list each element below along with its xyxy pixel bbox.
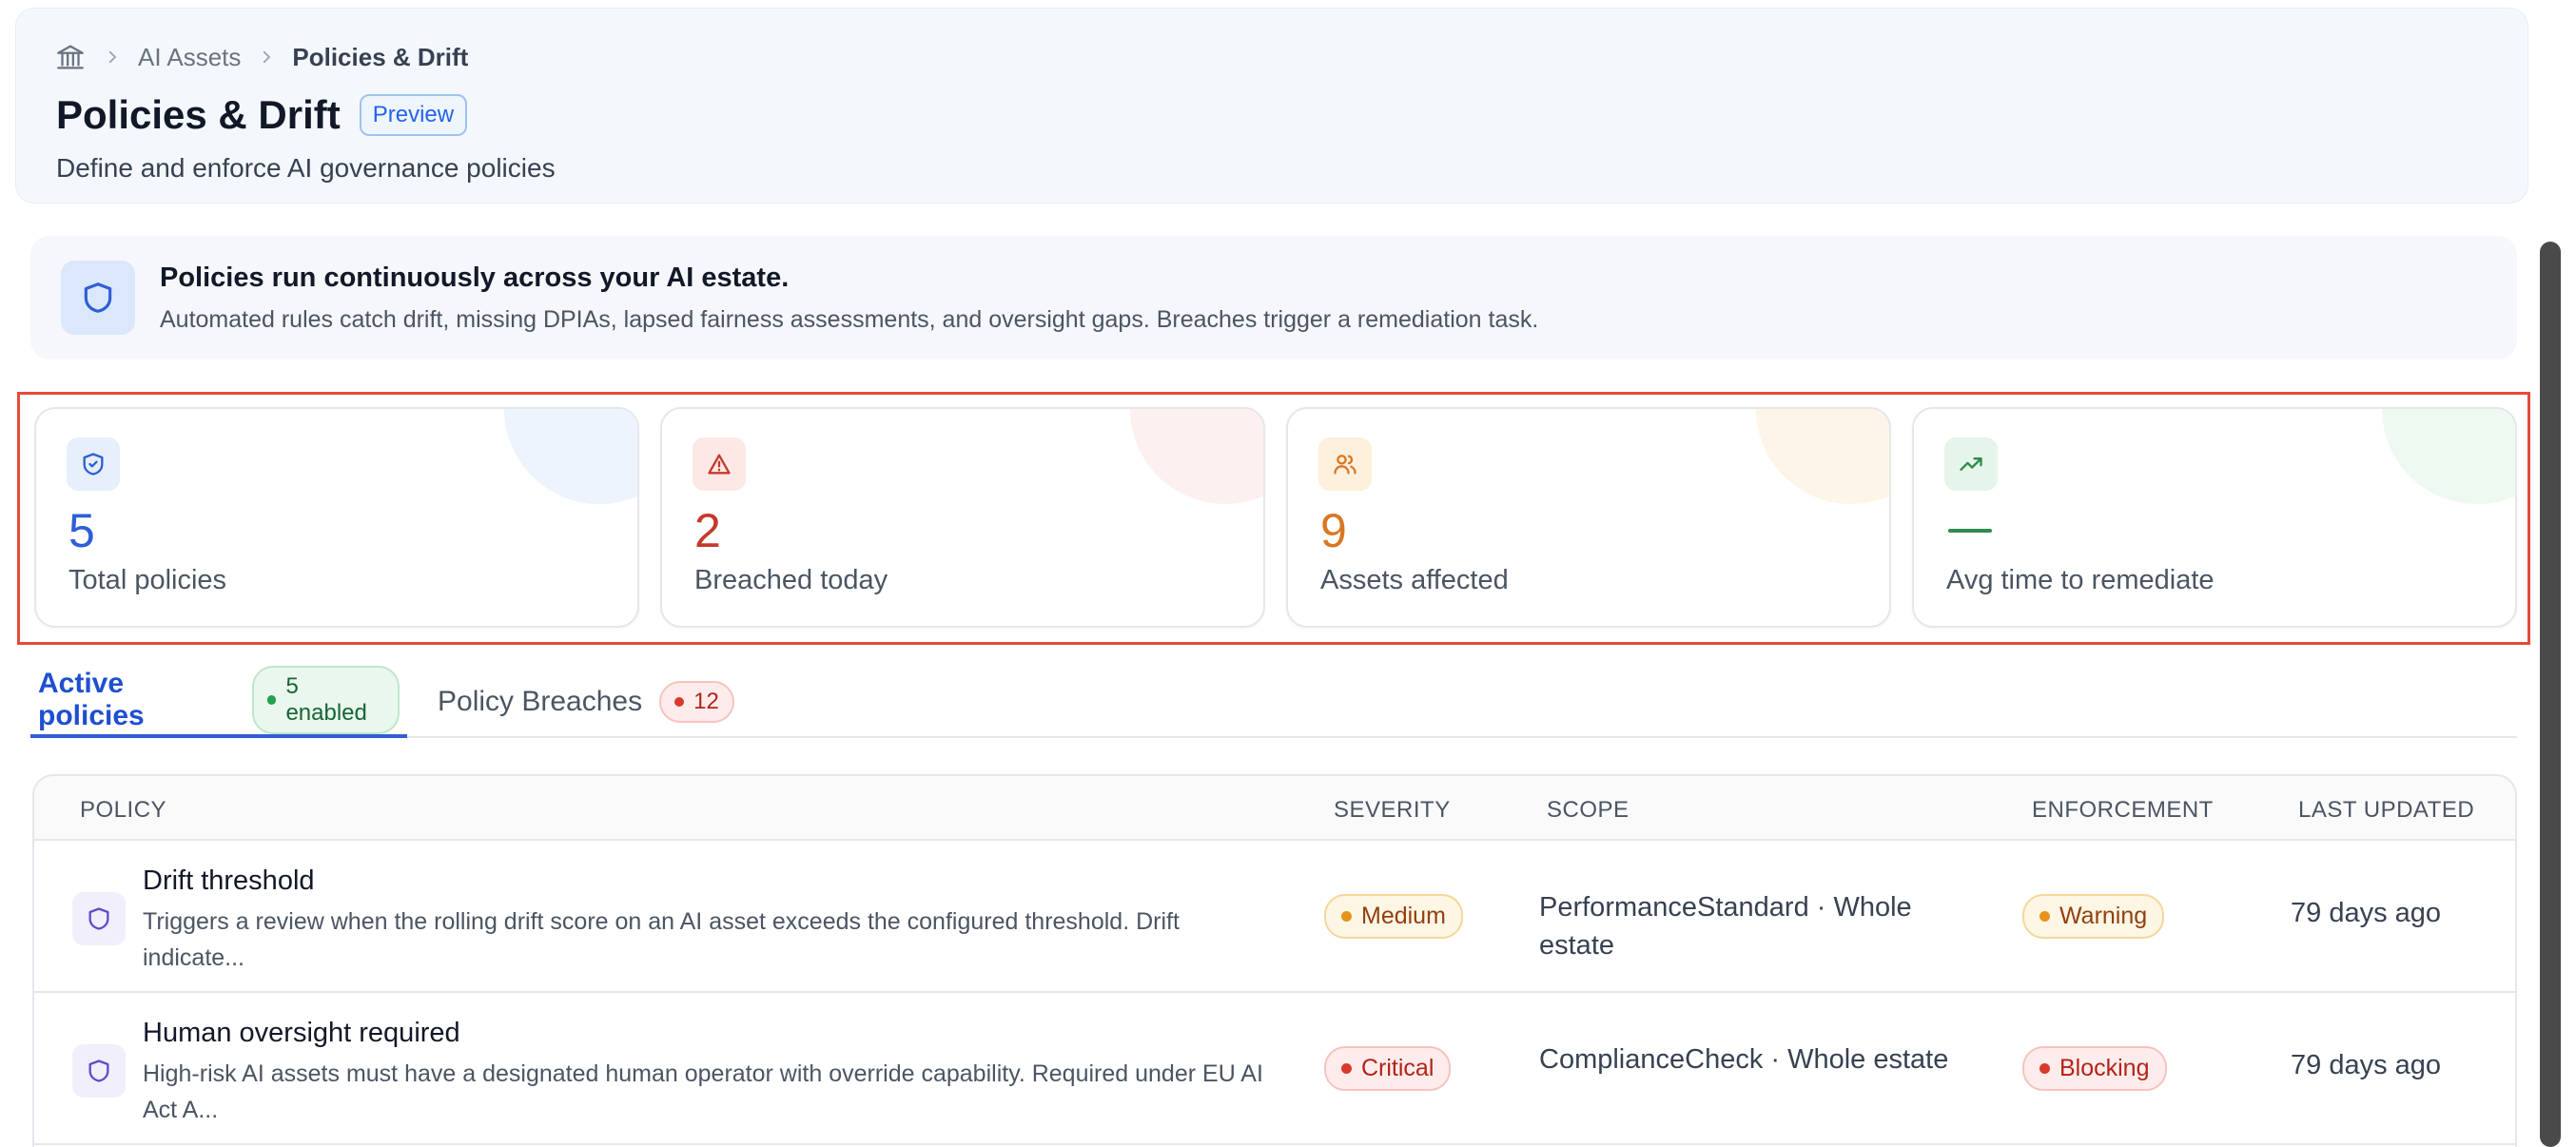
policy-description: High-risk AI assets must have a designat… [143,1060,1263,1123]
stat-label: Avg time to remediate [1946,565,2215,595]
breadcrumb: AI Assets Policies & Drift [54,39,468,75]
page-header: AI Assets Policies & Drift Policies & Dr… [15,8,2528,204]
stat-card-total-policies: 5 Total policies [34,407,639,628]
tab-active-policies[interactable]: Active policies 5 enabled [30,666,407,738]
badge-text: Warning [2059,903,2148,929]
severity-badge: Medium [1324,894,1463,939]
policy-scope: ComplianceCheck · Whole estate [1539,1044,1949,1075]
column-header-scope[interactable]: SCOPE [1547,797,1630,824]
column-header-severity[interactable]: SEVERITY [1334,797,1451,824]
tab-label: Policy Breaches [438,686,643,717]
chevron-right-icon [258,49,275,66]
policy-description: Triggers a review when the rolling drift… [143,908,1180,971]
enforcement-badge: Blocking [2022,1046,2167,1091]
policy-scope: PerformanceStandard · Whole estate [1539,892,1912,961]
stat-card-avg-time-to-remediate: — Avg time to remediate [1912,407,2517,628]
status-dot [266,695,277,705]
breadcrumb-link-ai-assets[interactable]: AI Assets [138,43,241,72]
tab-label: Active policies [38,668,145,731]
banner-text: Automated rules catch drift, missing DPI… [160,306,1539,333]
chevron-right-icon [104,49,121,66]
stat-value: 5 [68,504,95,557]
stat-label: Total policies [68,565,227,595]
enabled-count-pill: 5 enabled [251,666,400,734]
breadcrumb-current: Policies & Drift [292,42,469,71]
breach-count-pill: 12 [659,681,734,723]
column-header-policy[interactable]: POLICY [80,797,166,824]
stat-label: Assets affected [1320,565,1509,595]
preview-badge: Preview [359,94,468,136]
stat-value: 2 [694,504,721,557]
status-dot [674,697,685,707]
users-icon [1318,437,1372,491]
pill-text: 12 [693,689,719,714]
stat-value: 9 [1320,504,1347,557]
table-header: POLICY SEVERITY SCOPE ENFORCEMENT LAST U… [34,776,2515,841]
status-dot [1341,911,1352,922]
badge-text: Medium [1361,903,1446,929]
column-header-last-updated[interactable]: LAST UPDATED [2298,797,2474,824]
last-updated: 79 days ago [2291,898,2442,928]
tab-policy-breaches[interactable]: Policy Breaches 12 [430,666,742,738]
page-title: Policies & Drift [56,92,341,137]
policy-tabs: Active policies 5 enabled Policy Breache… [30,666,2517,738]
stat-card-breached-today: 2 Breached today [660,407,1265,628]
vertical-scrollbar[interactable] [2540,242,2561,1147]
policy-title[interactable]: Human oversight required [143,1018,460,1049]
status-dot [1341,1063,1352,1074]
policies-table: POLICY SEVERITY SCOPE ENFORCEMENT LAST U… [32,774,2517,1147]
shield-check-icon [67,437,120,491]
column-header-enforcement[interactable]: ENFORCEMENT [2032,797,2214,824]
banner-title: Policies run continuously across your AI… [160,262,790,293]
status-dot [2039,911,2050,922]
page-subtitle: Define and enforce AI governance policie… [56,153,556,183]
policy-title[interactable]: Drift threshold [143,865,315,897]
empty-value-dash [1948,529,1992,533]
table-row[interactable]: Human oversight required High-risk AI as… [34,993,2515,1145]
last-updated: 79 days ago [2291,1050,2442,1080]
pill-text: 5 enabled [285,673,367,726]
shield-icon [72,1044,126,1098]
home-bank-icon[interactable] [54,41,87,73]
info-banner: Policies run continuously across your AI… [30,236,2517,360]
badge-text: Blocking [2059,1055,2150,1081]
badge-text: Critical [1361,1055,1434,1081]
enforcement-badge: Warning [2022,894,2165,939]
table-row[interactable]: Drift threshold Triggers a review when t… [34,841,2515,993]
severity-badge: Critical [1324,1046,1452,1091]
shield-icon [72,892,126,945]
stat-label: Breached today [694,565,888,595]
stat-card-assets-affected: 9 Assets affected [1286,407,1891,628]
trending-up-icon [1944,437,1998,491]
shield-icon [61,261,135,335]
alert-triangle-icon [693,437,746,491]
status-dot [2039,1063,2050,1074]
